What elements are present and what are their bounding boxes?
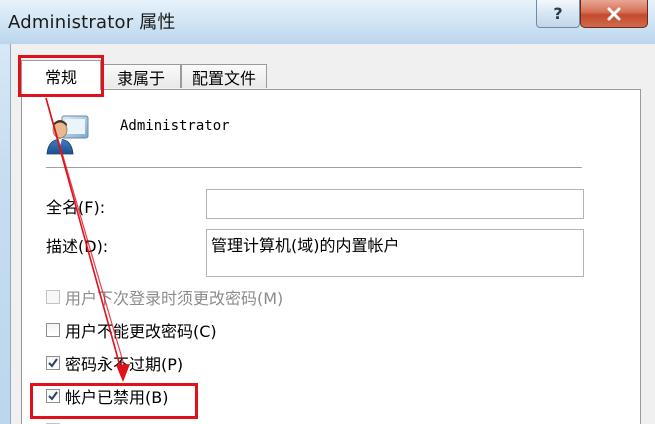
full-name-label: 全名(F):	[46, 198, 106, 217]
cannot-change-password-checkbox[interactable]	[46, 323, 60, 337]
general-tab-panel: Administrator 全名(F): 描述(D): 管理计算机(域)的内置帐…	[21, 89, 641, 424]
full-name-field[interactable]	[206, 189, 584, 219]
close-icon	[607, 7, 621, 21]
cannot-change-password-option[interactable]: 用户不能更改密码(C)	[46, 318, 217, 342]
tab-profile[interactable]: 配置文件	[181, 64, 267, 88]
account-disabled-checkbox[interactable]	[46, 389, 60, 403]
must-change-password-checkbox[interactable]	[46, 290, 60, 304]
account-disabled-option[interactable]: 帐户已禁用(B)	[46, 384, 168, 408]
partially-visible-option	[46, 418, 65, 424]
properties-window: Administrator 属性 ? 常规 隶属于 配置文件 Administr…	[0, 0, 655, 424]
description-field[interactable]: 管理计算机(域)的内置帐户	[206, 229, 584, 277]
cannot-change-password-label: 用户不能更改密码(C)	[65, 322, 217, 341]
window-title: Administrator 属性	[8, 12, 176, 33]
tab-member-of[interactable]: 隶属于	[101, 64, 181, 88]
account-disabled-label: 帐户已禁用(B)	[65, 388, 169, 407]
tab-general[interactable]: 常规	[21, 60, 101, 90]
password-never-expires-option[interactable]: 密码永不过期(P)	[46, 351, 183, 375]
password-never-expires-checkbox[interactable]	[46, 356, 60, 370]
password-never-expires-label: 密码永不过期(P)	[65, 355, 184, 374]
title-bar[interactable]: Administrator 属性 ?	[0, 0, 655, 44]
close-button[interactable]	[580, 0, 648, 28]
checkmark-icon	[48, 358, 58, 368]
description-label: 描述(D):	[46, 237, 109, 256]
must-change-password-label: 用户下次登录时须更改密码(M)	[65, 289, 284, 308]
dialog-body: 常规 隶属于 配置文件 Administrator 全名(F): 描述(D): …	[10, 44, 655, 424]
checkmark-icon	[48, 391, 58, 401]
separator	[46, 167, 582, 169]
account-name: Administrator	[120, 118, 230, 134]
must-change-password-option[interactable]: 用户下次登录时须更改密码(M)	[46, 285, 283, 309]
help-button[interactable]: ?	[536, 0, 580, 28]
user-icon	[44, 110, 92, 158]
